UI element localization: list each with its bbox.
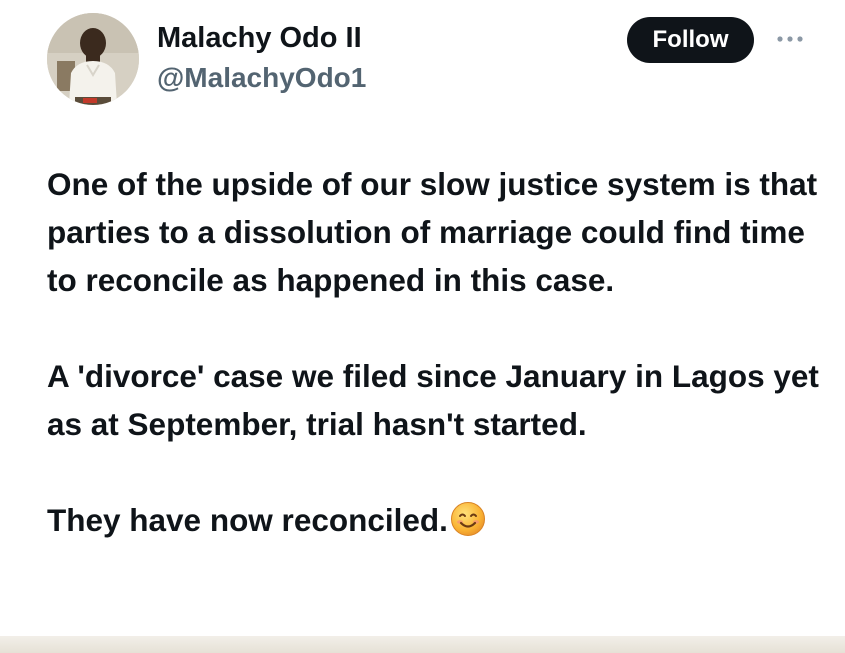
tweet-paragraph: A 'divorce' case we filed since January …	[47, 358, 819, 442]
tweet-paragraph-last: They have now reconciled.	[47, 496, 827, 544]
tweet-card: Malachy Odo II @MalachyOdo1 Follow One o…	[0, 0, 845, 653]
more-options-button[interactable]	[773, 24, 807, 54]
smiling-face-emoji-icon	[450, 502, 485, 536]
bottom-edge-strip	[0, 636, 845, 653]
tweet-header: Malachy Odo II @MalachyOdo1 Follow	[0, 0, 845, 120]
tweet-paragraph-text: They have now reconciled.	[47, 502, 448, 538]
avatar-photo-icon	[47, 13, 139, 105]
tweet-paragraph: One of the upside of our slow justice sy…	[47, 166, 818, 298]
author-avatar[interactable]	[47, 13, 139, 105]
more-options-icon	[777, 36, 803, 42]
author-handle[interactable]: @MalachyOdo1	[157, 62, 366, 94]
tweet-text: One of the upside of our slow justice sy…	[47, 160, 827, 544]
follow-button[interactable]: Follow	[627, 17, 754, 63]
author-display-name[interactable]: Malachy Odo II	[157, 22, 362, 55]
